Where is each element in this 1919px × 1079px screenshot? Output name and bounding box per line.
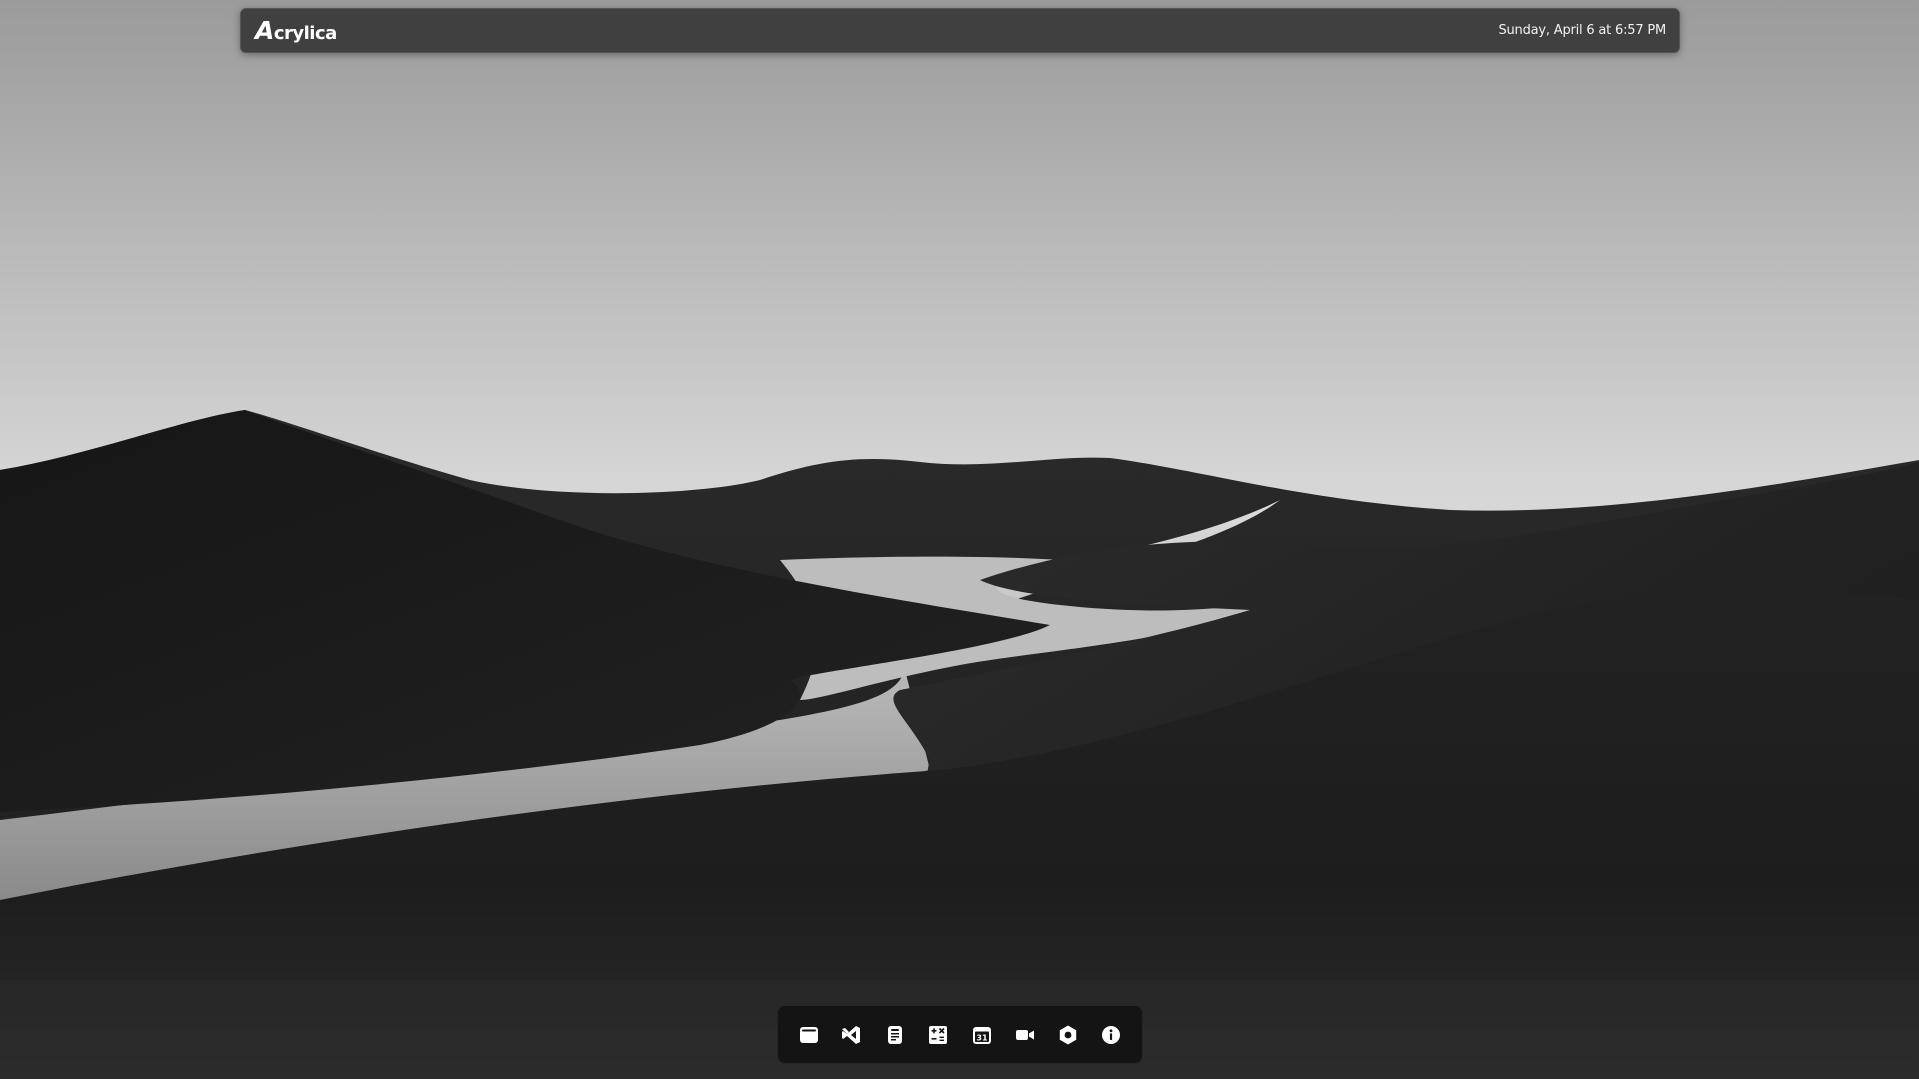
desert-wallpaper [0, 0, 1919, 1079]
calculator-icon [929, 1025, 948, 1044]
dock-item-calculator[interactable] [922, 1019, 954, 1051]
calendar-icon: 31 [972, 1026, 991, 1044]
video-camera-icon [1015, 1029, 1034, 1040]
dock-item-video[interactable] [1009, 1019, 1041, 1051]
desktop: A crylica Sunday, April 6 at 6:57 PM 31 [0, 0, 1919, 1079]
dock-item-calendar[interactable]: 31 [966, 1019, 998, 1051]
notes-icon [888, 1025, 903, 1044]
settings-icon [1059, 1025, 1077, 1044]
top-menu-bar: A crylica Sunday, April 6 at 6:57 PM [240, 8, 1680, 53]
info-icon [1101, 1025, 1120, 1044]
acrylica-logo[interactable]: A crylica [255, 18, 337, 43]
window-icon [800, 1026, 818, 1043]
dock-item-info[interactable] [1095, 1019, 1127, 1051]
logo-text: crylica [273, 23, 337, 44]
dock: 31 [777, 1005, 1143, 1064]
dock-item-notes[interactable] [879, 1019, 911, 1051]
calendar-day: 31 [976, 1033, 988, 1042]
dock-item-settings[interactable] [1052, 1019, 1084, 1051]
clock-datetime[interactable]: Sunday, April 6 at 6:57 PM [1498, 23, 1666, 38]
logo-mark: A [255, 16, 274, 45]
dock-item-code-editor[interactable] [836, 1019, 868, 1051]
dock-item-window[interactable] [793, 1019, 825, 1051]
code-editor-icon [842, 1025, 861, 1044]
